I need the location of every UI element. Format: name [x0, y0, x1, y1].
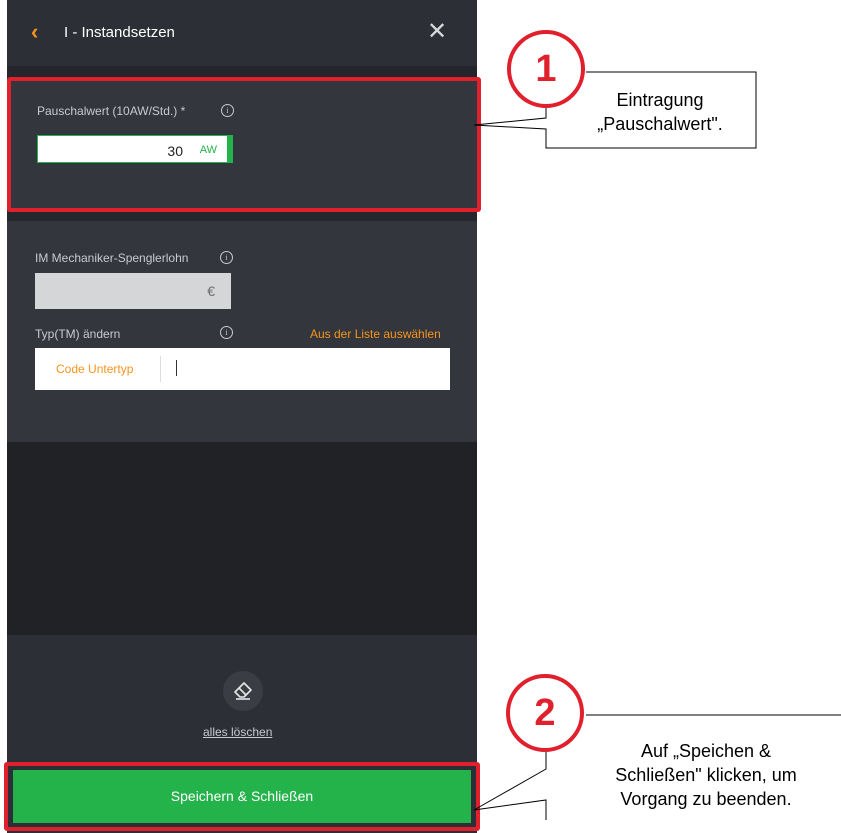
callout-2-line-2: Schließen" klicken, um	[615, 765, 797, 785]
callout-number-2: 2	[506, 674, 584, 752]
callout-2-line-3: Vorgang zu beenden.	[620, 789, 792, 809]
callout-1-line-1: Eintragung	[616, 90, 704, 110]
callout-1-line-2: „Pauschalwert".	[597, 114, 723, 134]
callout-2-line-1: Auf „Speichen &	[640, 741, 772, 761]
callout-2-text: Auf „Speichen & Schließen" klicken, um V…	[574, 739, 838, 811]
callout-1-text: Eintragung „Pauschalwert".	[560, 88, 760, 136]
